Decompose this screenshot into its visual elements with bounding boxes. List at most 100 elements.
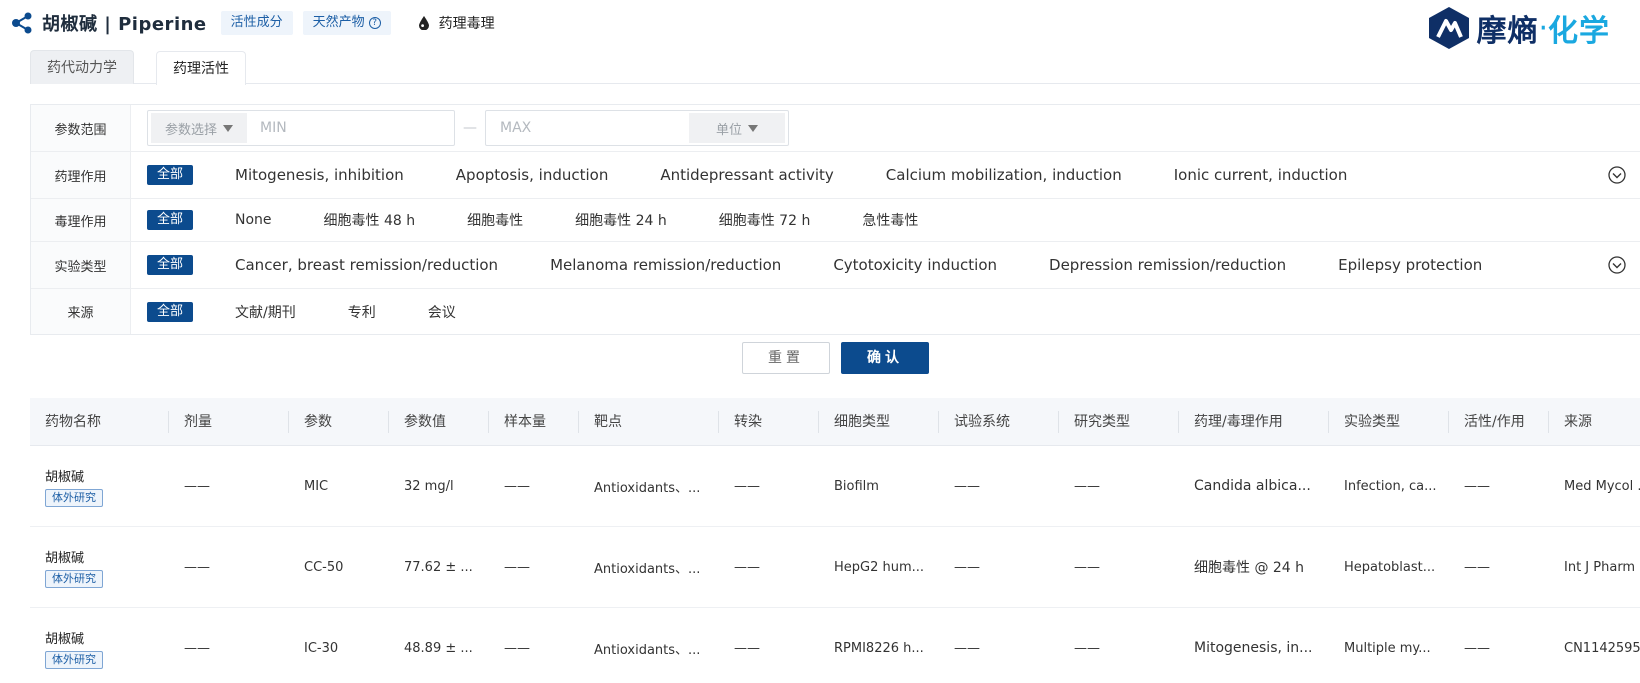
toxicology-options: 全部 None 细胞毒性 48 h 细胞毒性 细胞毒性 24 h 细胞毒性 72… xyxy=(131,210,1640,230)
cell-activity: —— xyxy=(1464,559,1490,575)
filter-label: 参数范围 xyxy=(31,105,131,151)
filter-option[interactable]: Cancer, breast remission/reduction xyxy=(235,256,498,274)
drug-name[interactable]: 胡椒碱 xyxy=(45,628,169,647)
confirm-button[interactable]: 确认 xyxy=(841,342,929,374)
filter-label: 实验类型 xyxy=(31,242,131,288)
drug-name[interactable]: 胡椒碱 xyxy=(45,547,169,566)
filter-option[interactable]: Apoptosis, induction xyxy=(456,166,609,184)
help-icon[interactable]: ? xyxy=(368,17,381,29)
drop-icon xyxy=(418,16,429,30)
table-header: 药物名称 剂量 参数 参数值 样本量 靶点 转染 细胞类型 试验系统 研究类型 … xyxy=(30,398,1640,446)
filter-option[interactable]: None xyxy=(235,212,272,228)
logo-text-primary: 摩熵 xyxy=(1476,14,1539,49)
section-title-label: 药理毒理 xyxy=(438,16,495,32)
range-dash: — xyxy=(463,120,477,136)
param-select-dropdown[interactable]: 参数选择 xyxy=(151,113,247,143)
cell-test-system: —— xyxy=(954,559,980,575)
filter-option[interactable]: 急性毒性 xyxy=(862,210,918,230)
expand-icon[interactable] xyxy=(1608,166,1626,184)
brand-logo[interactable]: 摩熵 · 化学 xyxy=(1428,6,1610,50)
table-row[interactable]: 胡椒碱 体外研究 —— MIC 32 mg/l —— Antioxidants、.… xyxy=(30,446,1640,527)
column-header[interactable]: 靶点 xyxy=(579,410,719,433)
cell-test-system: —— xyxy=(954,640,980,656)
filter-option[interactable]: 细胞毒性 xyxy=(467,210,523,230)
cell-param: MIC xyxy=(304,478,329,494)
filter-option[interactable]: Antidepressant activity xyxy=(660,166,833,184)
cell-param: IC-30 xyxy=(304,640,339,656)
column-header[interactable]: 参数 xyxy=(289,410,389,433)
cell-cell-type: Biofilm xyxy=(834,478,879,494)
logo-mark-icon xyxy=(1429,7,1470,49)
all-button[interactable]: 全部 xyxy=(147,210,194,230)
cell-activity: —— xyxy=(1464,478,1490,494)
filter-option[interactable]: Epilepsy protection xyxy=(1338,256,1482,274)
cell-source[interactable]: CN11425956... xyxy=(1549,641,1640,656)
unit-select-dropdown[interactable]: 单位 xyxy=(689,113,785,143)
caret-down-icon xyxy=(748,124,758,132)
filter-option[interactable]: 细胞毒性 24 h xyxy=(575,210,667,230)
cell-value: 48.89 ± ... xyxy=(404,640,473,656)
param-min-box: 参数选择 MIN xyxy=(147,110,455,146)
filter-option[interactable]: Depression remission/reduction xyxy=(1049,256,1286,274)
filter-option[interactable]: 专利 xyxy=(348,302,376,322)
tag-active-ingredient-label: 活性成分 xyxy=(230,15,283,30)
study-badge: 体外研究 xyxy=(45,650,103,669)
tab-bar: 药代动力学 药理活性 xyxy=(30,50,1640,85)
cell-target[interactable]: Antioxidants、... xyxy=(579,558,719,577)
study-badge: 体外研究 xyxy=(45,488,103,507)
cell-study-type: —— xyxy=(1074,478,1100,494)
max-input[interactable]: MAX xyxy=(486,120,686,136)
cell-sample: —— xyxy=(504,478,530,494)
table-row[interactable]: 胡椒碱体外研究 —— IC-30 48.89 ± ... —— Antioxid… xyxy=(30,608,1640,683)
cell-sample: —— xyxy=(504,559,530,575)
drug-name[interactable]: 胡椒碱 xyxy=(45,466,169,485)
filter-row-pharmacology: 药理作用 全部 Mitogenesis, inhibition Apoptosi… xyxy=(31,152,1640,199)
column-header[interactable]: 剂量 xyxy=(169,410,289,433)
column-header[interactable]: 研究类型 xyxy=(1059,410,1179,433)
filter-option[interactable]: 文献/期刊 xyxy=(235,302,296,322)
filter-option[interactable]: Melanoma remission/reduction xyxy=(550,256,781,274)
filter-row-source: 来源 全部 文献/期刊 专利 会议 xyxy=(31,289,1640,334)
filter-row-experiment-type: 实验类型 全部 Cancer, breast remission/reducti… xyxy=(31,242,1640,289)
page-header: 胡椒碱 | Piperine 活性成分 天然产物? 药理毒理 摩熵 · 化学 xyxy=(0,0,1640,49)
filter-option[interactable]: Calcium mobilization, induction xyxy=(886,166,1122,184)
column-header[interactable]: 药物名称 xyxy=(30,410,169,433)
all-button[interactable]: 全部 xyxy=(147,301,194,322)
table-row[interactable]: 胡椒碱 体外研究 —— CC-50 77.62 ± ... —— Antioxid… xyxy=(30,527,1640,608)
column-header[interactable]: 样本量 xyxy=(489,410,579,433)
tab-pharmacokinetics[interactable]: 药代动力学 xyxy=(30,50,134,84)
filter-option[interactable]: 细胞毒性 48 h xyxy=(324,210,416,230)
cell-test-system: —— xyxy=(954,478,980,494)
cell-source[interactable]: Int J Pharm ... xyxy=(1549,560,1640,575)
all-button[interactable]: 全部 xyxy=(147,165,194,185)
filter-option[interactable]: Ionic current, induction xyxy=(1174,166,1348,184)
column-header[interactable]: 活性/作用 xyxy=(1449,410,1549,433)
filter-option[interactable]: 细胞毒性 72 h xyxy=(719,210,811,230)
min-input[interactable]: MIN xyxy=(250,120,454,136)
cell-target[interactable]: Antioxidants、... xyxy=(579,477,719,496)
all-button[interactable]: 全部 xyxy=(147,255,194,275)
filter-option[interactable]: 会议 xyxy=(428,302,456,322)
tag-active-ingredient[interactable]: 活性成分 xyxy=(220,11,293,35)
expand-icon[interactable] xyxy=(1608,256,1626,274)
cell-source[interactable]: Med Mycol ... xyxy=(1549,479,1640,494)
column-header[interactable]: 来源 xyxy=(1549,411,1640,433)
column-header[interactable]: 实验类型 xyxy=(1329,410,1449,433)
column-header[interactable]: 试验系统 xyxy=(939,410,1059,433)
cell-dose: —— xyxy=(184,640,210,656)
filter-row-param-range: 参数范围 参数选择 MIN — MAX 单位 xyxy=(31,105,1640,152)
reset-button[interactable]: 重置 xyxy=(742,342,830,374)
filter-option[interactable]: Mitogenesis, inhibition xyxy=(235,166,404,184)
cell-target[interactable]: Antioxidants、... xyxy=(579,639,719,658)
tag-natural-product[interactable]: 天然产物? xyxy=(302,11,391,35)
cell-value: 77.62 ± ... xyxy=(404,559,473,575)
column-header[interactable]: 药理/毒理作用 xyxy=(1179,410,1329,433)
param-select-label: 参数选择 xyxy=(164,122,217,138)
column-header[interactable]: 细胞类型 xyxy=(819,410,939,433)
tab-pharmacological-activity[interactable]: 药理活性 xyxy=(156,51,246,85)
filter-option[interactable]: Cytotoxicity induction xyxy=(833,256,997,274)
param-max-box: MAX 单位 xyxy=(485,110,789,146)
column-header[interactable]: 转染 xyxy=(719,410,819,433)
column-header[interactable]: 参数值 xyxy=(389,410,489,433)
tag-natural-product-label: 天然产物 xyxy=(312,15,365,30)
